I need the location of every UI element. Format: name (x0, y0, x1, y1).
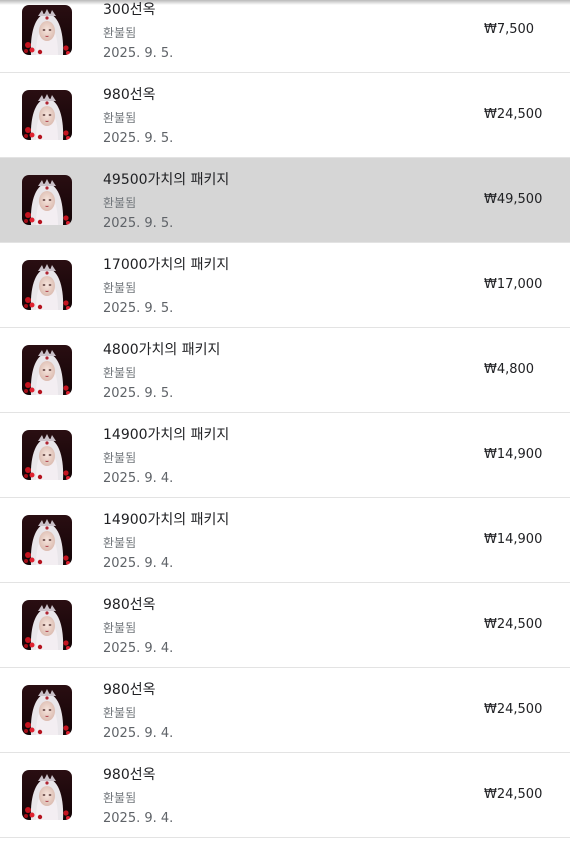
refund-status: 환불됨 (103, 791, 137, 805)
refund-status: 환불됨 (103, 281, 137, 295)
game-character-thumbnail-icon (22, 600, 72, 650)
purchase-date: 2025. 9. 4. (103, 556, 174, 571)
purchase-title: 980선옥 (103, 767, 156, 783)
purchase-date: 2025. 9. 5. (103, 46, 174, 61)
game-character-thumbnail-icon (22, 175, 72, 225)
purchase-row[interactable]: 17000가치의 패키지 환불됨 2025. 9. 5. ₩17,000 (0, 243, 570, 328)
purchase-price: ₩17,000 (484, 277, 543, 292)
purchase-price: ₩4,800 (484, 362, 535, 377)
game-character-thumbnail-icon (22, 770, 72, 820)
purchase-row[interactable]: 14900가치의 패키지 환불됨 2025. 9. 4. ₩14,900 (0, 413, 570, 498)
purchase-date: 2025. 9. 4. (103, 726, 174, 741)
refund-status: 환불됨 (103, 111, 137, 125)
purchase-title: 980선옥 (103, 87, 156, 103)
purchase-price: ₩49,500 (484, 192, 543, 207)
purchase-price: ₩24,500 (484, 617, 543, 632)
refund-status: 환불됨 (103, 536, 137, 550)
top-edge-shadow (0, 0, 570, 5)
purchase-row[interactable]: 980선옥 환불됨 2025. 9. 5. ₩24,500 (0, 73, 570, 158)
game-character-thumbnail-icon (22, 90, 72, 140)
purchase-title: 980선옥 (103, 597, 156, 613)
purchase-title: 14900가치의 패키지 (103, 512, 230, 528)
purchase-history-list: 300선옥 환불됨 2025. 9. 5. ₩7,500 980선옥 환불됨 2… (0, 0, 570, 838)
game-character-thumbnail-icon (22, 260, 72, 310)
purchase-date: 2025. 9. 5. (103, 301, 174, 316)
refund-status: 환불됨 (103, 621, 137, 635)
game-character-thumbnail-icon (22, 430, 72, 480)
game-character-thumbnail-icon (22, 345, 72, 395)
purchase-row[interactable]: 980선옥 환불됨 2025. 9. 4. ₩24,500 (0, 753, 570, 838)
purchase-row[interactable]: 14900가치의 패키지 환불됨 2025. 9. 4. ₩14,900 (0, 498, 570, 583)
purchase-date: 2025. 9. 5. (103, 386, 174, 401)
purchase-price: ₩24,500 (484, 107, 543, 122)
purchase-row[interactable]: 980선옥 환불됨 2025. 9. 4. ₩24,500 (0, 583, 570, 668)
purchase-title: 4800가치의 패키지 (103, 342, 221, 358)
purchase-date: 2025. 9. 4. (103, 471, 174, 486)
purchase-date: 2025. 9. 5. (103, 216, 174, 231)
purchase-row[interactable]: 49500가치의 패키지 환불됨 2025. 9. 5. ₩49,500 (0, 158, 570, 243)
purchase-date: 2025. 9. 4. (103, 811, 174, 826)
purchase-price: ₩24,500 (484, 702, 543, 717)
refund-status: 환불됨 (103, 26, 137, 40)
purchase-title: 49500가치의 패키지 (103, 172, 230, 188)
purchase-title: 17000가치의 패키지 (103, 257, 230, 273)
game-character-thumbnail-icon (22, 685, 72, 735)
purchase-row[interactable]: 300선옥 환불됨 2025. 9. 5. ₩7,500 (0, 0, 570, 73)
purchase-title: 14900가치의 패키지 (103, 427, 230, 443)
purchase-price: ₩14,900 (484, 532, 543, 547)
purchase-row[interactable]: 980선옥 환불됨 2025. 9. 4. ₩24,500 (0, 668, 570, 753)
purchase-date: 2025. 9. 4. (103, 641, 174, 656)
refund-status: 환불됨 (103, 451, 137, 465)
game-character-thumbnail-icon (22, 5, 72, 55)
purchase-row[interactable]: 4800가치의 패키지 환불됨 2025. 9. 5. ₩4,800 (0, 328, 570, 413)
purchase-price: ₩14,900 (484, 447, 543, 462)
refund-status: 환불됨 (103, 706, 137, 720)
game-character-thumbnail-icon (22, 515, 72, 565)
purchase-price: ₩24,500 (484, 787, 543, 802)
purchase-title: 980선옥 (103, 682, 156, 698)
purchase-date: 2025. 9. 5. (103, 131, 174, 146)
purchase-price: ₩7,500 (484, 22, 535, 37)
refund-status: 환불됨 (103, 366, 137, 380)
refund-status: 환불됨 (103, 196, 137, 210)
